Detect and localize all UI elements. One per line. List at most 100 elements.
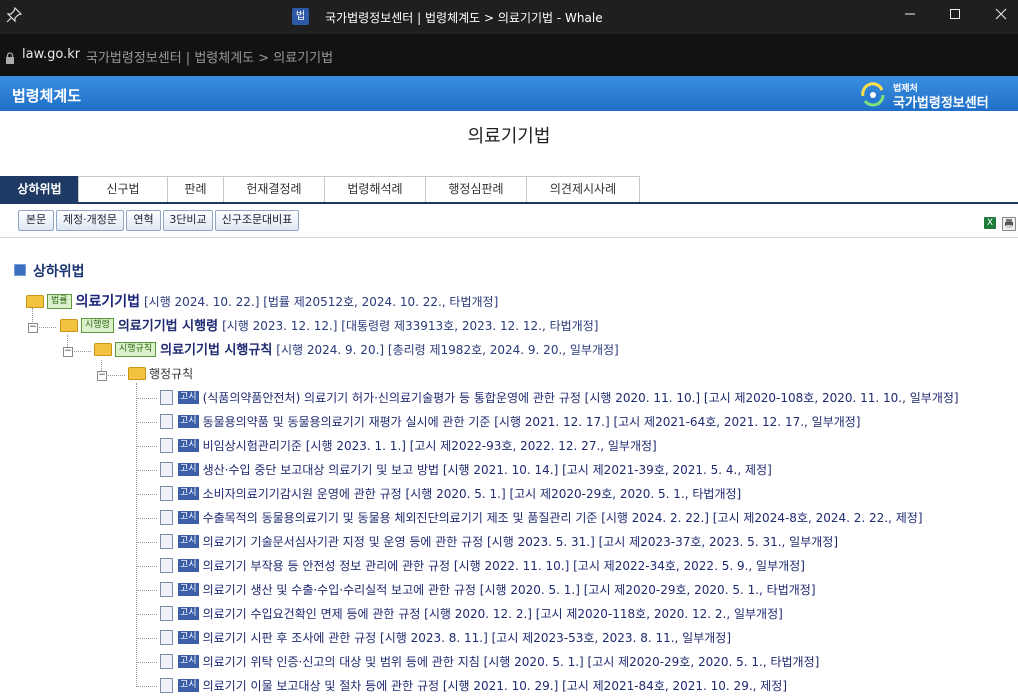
notice-badge: 고시 (178, 415, 199, 428)
notice-badge: 고시 (178, 439, 199, 452)
rule-meta: [시행 2024. 9. 20.] [총리령 제1982호, 2024. 9. … (276, 343, 619, 357)
rule-name[interactable]: 의료기기법 시행규칙 (160, 343, 272, 358)
site-logo[interactable]: 법제처 국가법령정보센터 (860, 80, 1010, 111)
law-name[interactable]: 의료기기법 (76, 294, 140, 310)
list-item[interactable]: 고시 의료기기 시판 후 조사에 관한 규정 [시행 2023. 8. 11.] … (160, 628, 731, 648)
collapse-toggle-icon[interactable]: − (63, 347, 73, 357)
pin-icon[interactable] (6, 6, 23, 25)
list-item[interactable]: 고시 소비자의료기기감시원 운영에 관한 규정 [시행 2020. 5. 1.] … (160, 484, 741, 504)
tab-bar: 상하위법 신구법 판례 헌재결정례 법령해석례 행정심판례 의견제시사례 (0, 176, 1018, 204)
document-icon (160, 606, 173, 621)
tree-connector (137, 590, 157, 591)
notice-badge: 고시 (178, 583, 199, 596)
item-title[interactable]: 동물용의약품 및 동물용의료기기 재평가 실시에 관한 기준 [시행 2021.… (203, 415, 861, 429)
tab-sanghawibeop[interactable]: 상하위법 (0, 176, 79, 202)
three-compare-button[interactable]: 3단비교 (163, 210, 213, 231)
item-title[interactable]: 의료기기 시판 후 조사에 관한 규정 [시행 2023. 8. 11.] [고… (203, 631, 731, 645)
decree-name[interactable]: 의료기기법 시행령 (118, 319, 218, 334)
document-icon (160, 486, 173, 501)
item-title[interactable]: 의료기기 수입요건확인 면제 등에 관한 규정 [시행 2020. 12. 2.… (203, 607, 783, 621)
decree-badge: 시행령 (81, 318, 114, 333)
list-item[interactable]: 고시 의료기기 수입요건확인 면제 등에 관한 규정 [시행 2020. 12. … (160, 604, 783, 624)
tree-connector (137, 614, 157, 615)
document-icon (160, 678, 173, 693)
folder-icon (26, 295, 44, 308)
tree-connector (136, 383, 137, 687)
collapse-toggle-icon[interactable]: − (97, 371, 107, 381)
law-badge: 법률 (47, 294, 72, 309)
list-item[interactable]: 고시 의료기기 부작용 등 안전성 정보 관리에 관한 규정 [시행 2022. … (160, 556, 805, 576)
item-title[interactable]: 의료기기 생산 및 수출·수입·수리실적 보고에 관한 규정 [시행 2020.… (203, 583, 816, 597)
old-new-compare-button[interactable]: 신구조문대비표 (215, 210, 299, 231)
decree-meta: [시행 2023. 12. 12.] [대통령령 제33913호, 2023. … (222, 319, 599, 333)
list-item[interactable]: 고시 생산·수입 중단 보고대상 의료기기 및 보고 방법 [시행 2021. 1… (160, 460, 772, 480)
banner-title: 법령체계도 (12, 87, 82, 105)
maximize-icon[interactable] (945, 6, 965, 26)
action-toolbar: 본문 제정·개정문 연혁 3단비교 신구조문대비표 X (0, 208, 1018, 232)
list-item[interactable]: 고시 수출목적의 동물용의료기기 및 동물용 체외진단의료기기 제조 및 품질관리… (160, 508, 923, 528)
folder-icon (60, 319, 78, 332)
tree-node-decree[interactable]: 시행령 의료기기법 시행령 [시행 2023. 12. 12.] [대통령령 제33… (60, 316, 598, 336)
folder-icon (128, 367, 146, 380)
minimize-icon[interactable] (900, 6, 920, 26)
url-page-title[interactable]: 국가법령정보센터 | 법령체계도 > 의료기기법 (86, 47, 333, 66)
law-meta: [시행 2024. 10. 22.] [법률 제20512호, 2024. 10… (143, 295, 499, 309)
item-title[interactable]: 생산·수입 중단 보고대상 의료기기 및 보고 방법 [시행 2021. 10.… (203, 463, 772, 477)
notice-badge: 고시 (178, 487, 199, 500)
folder-icon (94, 343, 112, 356)
tree-node-admin-rules[interactable]: 행정규칙 (128, 364, 193, 384)
close-icon[interactable] (991, 6, 1011, 26)
rule-badge: 시행규칙 (115, 342, 157, 357)
tree-node-rule[interactable]: 시행규칙 의료기기법 시행규칙 [시행 2024. 9. 20.] [총리령 제19… (94, 340, 619, 360)
item-title[interactable]: 비임상시험관리기준 [시행 2023. 1. 1.] [고시 제2022-93호… (203, 439, 657, 453)
document-icon (160, 558, 173, 573)
tree-connector (137, 542, 157, 543)
section-title: 상하위법 (33, 264, 85, 280)
address-bar[interactable]: law.go.kr 국가법령정보센터 | 법령체계도 > 의료기기법 (0, 34, 1018, 76)
page-banner: 법령체계도 법제처 국가법령정보센터 (0, 76, 1018, 111)
item-title[interactable]: (식품의약품안전처) 의료기기 허가·신의료기술평가 등 통합운영에 관한 규정… (203, 391, 959, 405)
amendment-button[interactable]: 제정·개정문 (56, 210, 124, 231)
list-item[interactable]: 고시 의료기기 생산 및 수출·수입·수리실적 보고에 관한 규정 [시행 202… (160, 580, 816, 600)
collapse-toggle-icon[interactable]: − (28, 323, 38, 333)
print-icon[interactable] (1002, 217, 1016, 231)
lock-icon (5, 49, 15, 64)
list-item[interactable]: 고시 의료기기 위탁 인증·신고의 대상 및 범위 등에 관한 지침 [시행 20… (160, 652, 819, 672)
document-icon (160, 462, 173, 477)
notice-badge: 고시 (178, 631, 199, 644)
url-domain[interactable]: law.go.kr (22, 47, 80, 62)
section-bullet-icon (14, 264, 26, 276)
item-title[interactable]: 의료기기 기술문서심사기관 지정 및 운영 등에 관한 규정 [시행 2023.… (203, 535, 838, 549)
item-title[interactable]: 의료기기 위탁 인증·신고의 대상 및 범위 등에 관한 지침 [시행 2020… (203, 655, 820, 669)
tab-uigyeon[interactable]: 의견제시사례 (526, 176, 640, 202)
excel-icon[interactable]: X (984, 217, 996, 229)
item-title[interactable]: 의료기기 이물 보고대상 및 절차 등에 관한 규정 [시행 2021. 10.… (203, 679, 787, 693)
history-button[interactable]: 연혁 (126, 210, 161, 231)
app-icon: 법 (292, 8, 309, 25)
item-title[interactable]: 수출목적의 동물용의료기기 및 동물용 체외진단의료기기 제조 및 품질관리 기… (203, 511, 923, 525)
window-title: 국가법령정보센터 | 법령체계도 > 의료기기법 - Whale (325, 11, 603, 25)
list-item[interactable]: 고시 의료기기 이물 보고대상 및 절차 등에 관한 규정 [시행 2021. 1… (160, 676, 787, 696)
tree-connector (137, 446, 157, 447)
tree-connector (137, 494, 157, 495)
notice-badge: 고시 (178, 679, 199, 692)
tree-connector (137, 398, 157, 399)
body-button[interactable]: 본문 (18, 210, 54, 231)
tree-connector (71, 351, 91, 352)
item-title[interactable]: 의료기기 부작용 등 안전성 정보 관리에 관한 규정 [시행 2022. 11… (203, 559, 805, 573)
page-title: 의료기기법 (467, 126, 551, 147)
item-title[interactable]: 소비자의료기기감시원 운영에 관한 규정 [시행 2020. 5. 1.] [고… (203, 487, 742, 501)
notice-badge: 고시 (178, 511, 199, 524)
window-titlebar: 법 국가법령정보센터 | 법령체계도 > 의료기기법 - Whale (0, 0, 1018, 34)
tab-heonjae[interactable]: 헌재결정례 (223, 176, 325, 202)
list-item[interactable]: 고시 (식품의약품안전처) 의료기기 허가·신의료기술평가 등 통합운영에 관한 … (160, 388, 959, 408)
list-item[interactable]: 고시 동물용의약품 및 동물용의료기기 재평가 실시에 관한 기준 [시행 202… (160, 412, 861, 432)
tab-haeseokrye[interactable]: 법령해석례 (324, 176, 426, 202)
tab-panrye[interactable]: 판례 (167, 176, 224, 202)
document-icon (160, 414, 173, 429)
tree-node-law[interactable]: 법률 의료기기법 [시행 2024. 10. 22.] [법률 제20512호, 2… (26, 292, 498, 312)
list-item[interactable]: 고시 비임상시험관리기준 [시행 2023. 1. 1.] [고시 제2022-9… (160, 436, 657, 456)
list-item[interactable]: 고시 의료기기 기술문서심사기관 지정 및 운영 등에 관한 규정 [시행 202… (160, 532, 838, 552)
tab-haengjeongsimpan[interactable]: 행정심판례 (425, 176, 527, 202)
tab-singubeop[interactable]: 신구법 (78, 176, 168, 202)
